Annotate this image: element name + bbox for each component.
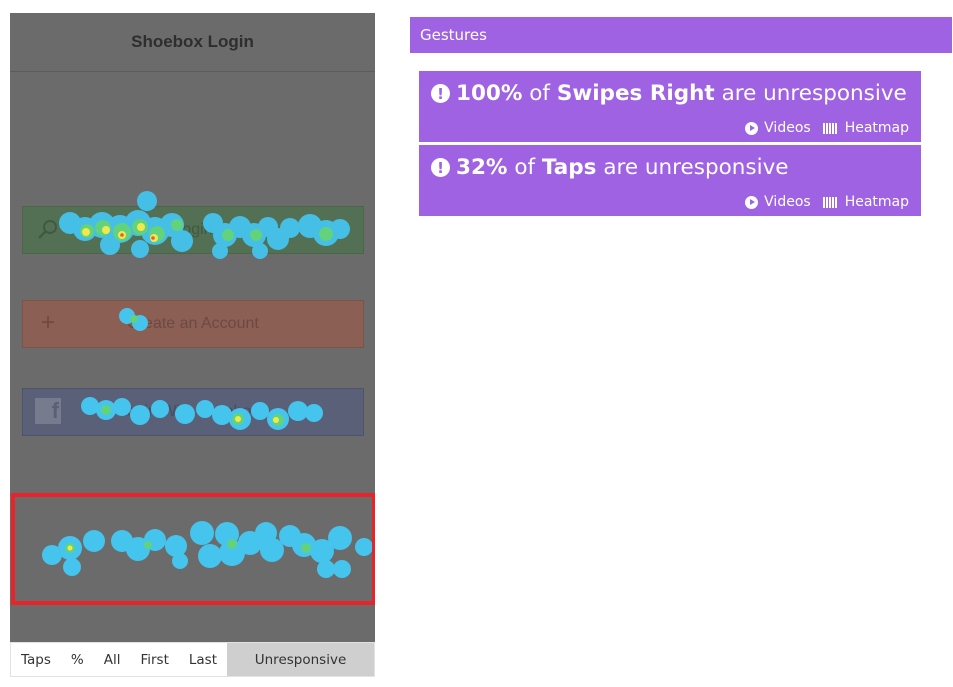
- create-account-button-label: Create an Account: [127, 315, 259, 332]
- videos-link[interactable]: Videos: [745, 194, 811, 210]
- gesture-suffix: are unresponsive: [603, 155, 789, 180]
- gesture-card-title: ! 100% of Swipes Right are unresponsive: [431, 81, 909, 106]
- facebook-login-button-label: Login With Facebook: [117, 403, 269, 420]
- app-title: Shoebox Login: [10, 13, 375, 72]
- gesture-type: Swipes Right: [556, 81, 715, 106]
- gesture-of: of: [514, 155, 536, 180]
- gesture-of: of: [529, 81, 550, 106]
- heatmap-link-label: Heatmap: [844, 120, 909, 136]
- videos-link[interactable]: Videos: [745, 120, 811, 136]
- heatmap-filter-tabs: Taps % All First Last Unresponsive: [10, 642, 375, 677]
- gesture-card-links: Videos Heatmap: [733, 120, 909, 136]
- barcode-icon: [822, 196, 838, 208]
- heatmap-phone-view: Shoebox Login Login + Create an Account …: [10, 13, 375, 642]
- gesture-type: Taps: [541, 155, 597, 180]
- gesture-card-links: Videos Heatmap: [733, 194, 909, 210]
- heatmap-link[interactable]: Heatmap: [822, 194, 909, 210]
- gesture-card-taps: ! 32% of Taps are unresponsive Videos He…: [419, 145, 921, 216]
- tab-percent[interactable]: %: [61, 643, 94, 676]
- plus-icon: +: [40, 309, 55, 336]
- videos-link-label: Videos: [764, 194, 811, 210]
- heatmap-link[interactable]: Heatmap: [822, 120, 909, 136]
- gestures-header: Gestures: [410, 17, 952, 53]
- tab-unresponsive[interactable]: Unresponsive: [227, 643, 374, 676]
- unresponsive-swipe-highlight: [11, 493, 375, 605]
- search-icon: [35, 216, 61, 242]
- exclamation-icon: !: [431, 84, 450, 103]
- login-button-label: Login: [173, 221, 213, 238]
- barcode-icon: [822, 122, 838, 134]
- create-account-button[interactable]: + Create an Account: [22, 300, 364, 348]
- heatmap-link-label: Heatmap: [844, 194, 909, 210]
- tab-last[interactable]: Last: [179, 643, 227, 676]
- facebook-icon: f: [35, 398, 61, 424]
- gesture-card-swipes-right: ! 100% of Swipes Right are unresponsive …: [419, 71, 921, 142]
- play-icon: [745, 121, 759, 135]
- tab-taps[interactable]: Taps: [11, 643, 61, 676]
- facebook-login-button[interactable]: f Login With Facebook: [22, 388, 364, 436]
- gesture-percent: 32%: [456, 155, 508, 180]
- tab-first[interactable]: First: [130, 643, 178, 676]
- gesture-suffix: are unresponsive: [721, 81, 907, 106]
- login-button[interactable]: Login: [22, 206, 364, 254]
- gesture-card-title: ! 32% of Taps are unresponsive: [431, 155, 909, 180]
- play-icon: [745, 195, 759, 209]
- gesture-percent: 100%: [456, 81, 523, 106]
- exclamation-icon: !: [431, 158, 450, 177]
- videos-link-label: Videos: [764, 120, 811, 136]
- tab-all[interactable]: All: [94, 643, 131, 676]
